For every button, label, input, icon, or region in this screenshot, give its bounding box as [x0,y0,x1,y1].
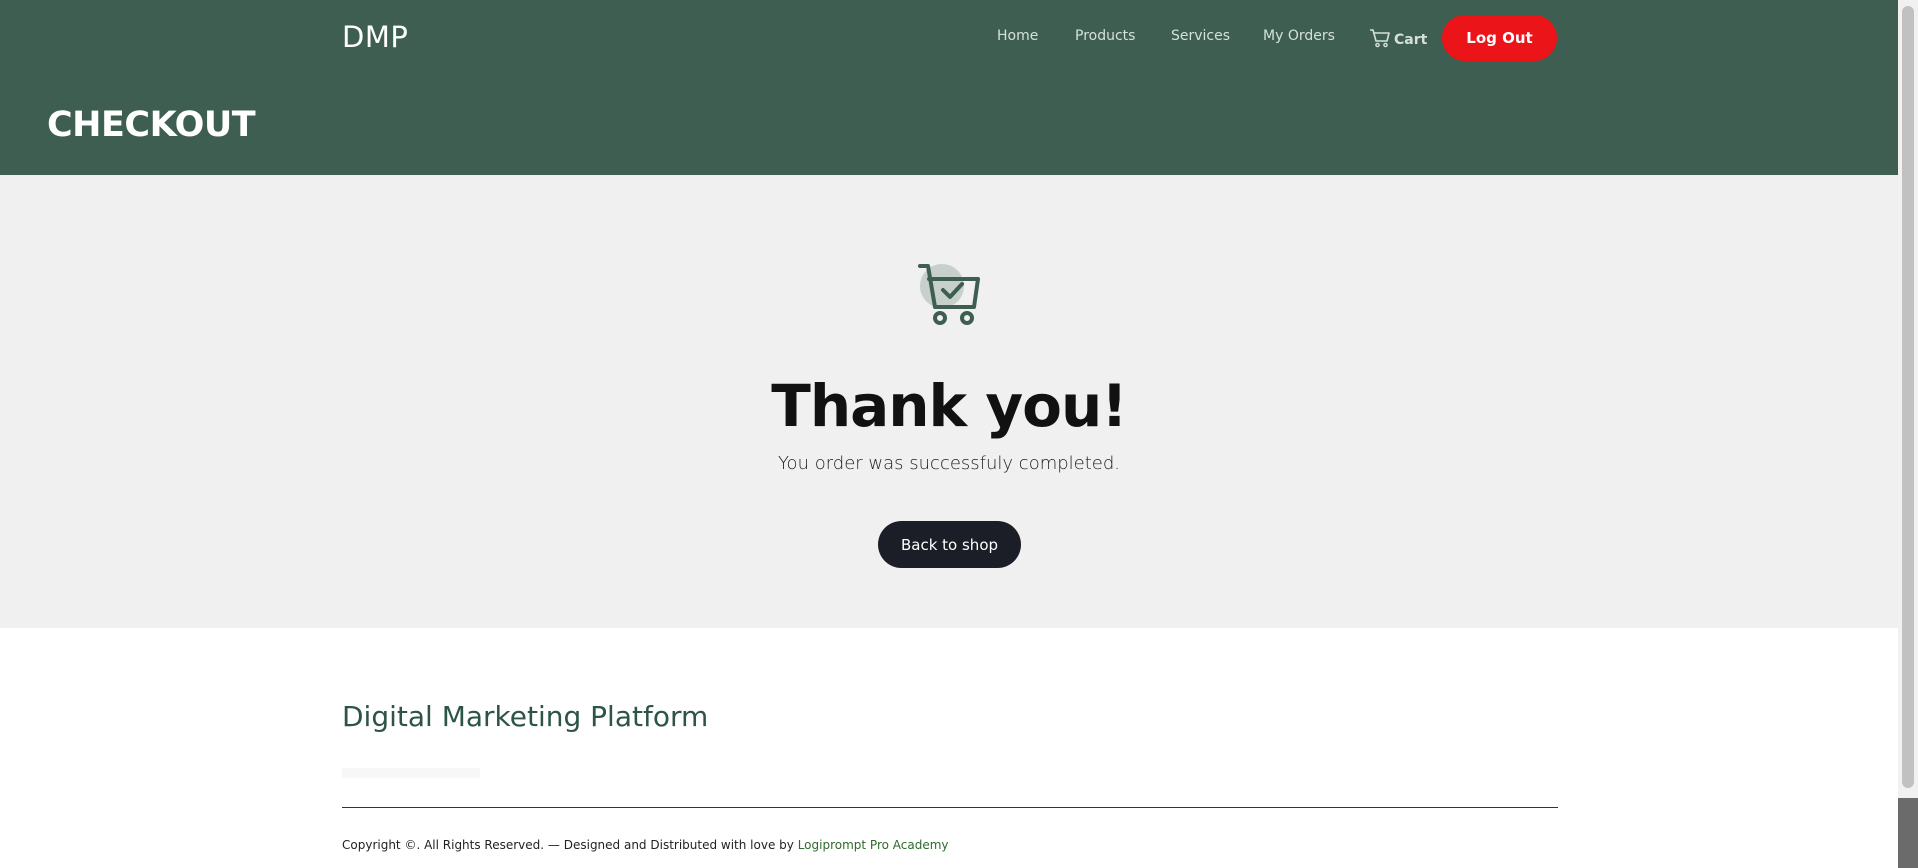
logout-button[interactable]: Log Out [1442,15,1557,61]
nav-home[interactable]: Home [997,28,1038,44]
page-title: CHECKOUT [47,105,256,145]
thank-you-heading: Thank you! [771,372,1127,440]
brand-logo[interactable]: DMP [342,20,408,54]
nav-cart-label: Cart [1394,32,1428,48]
copyright-text: Copyright ©. All Rights Reserved. — Desi… [342,838,798,852]
cart-icon [1369,28,1391,52]
footer-divider [342,807,1558,808]
back-to-shop-button[interactable]: Back to shop [878,521,1021,568]
scrollbar-thumb[interactable] [1902,6,1914,788]
footer-copyright: Copyright ©. All Rights Reserved. — Desi… [342,838,949,852]
cart-check-icon [916,262,982,333]
nav-products[interactable]: Products [1075,28,1135,44]
nav-services[interactable]: Services [1171,28,1230,44]
nav-cart[interactable]: Cart [1369,28,1427,52]
scrollbar-down-region[interactable] [1898,798,1918,868]
footer-link[interactable]: Logiprompt Pro Academy [798,838,949,852]
order-complete-message: You order was successfuly completed. [777,453,1121,474]
site-header: DMP Home Products Services My Orders Car… [0,0,1898,175]
footer-title: Digital Marketing Platform [342,700,709,733]
footer-faint-text [342,768,480,778]
nav-my-orders[interactable]: My Orders [1263,28,1335,44]
